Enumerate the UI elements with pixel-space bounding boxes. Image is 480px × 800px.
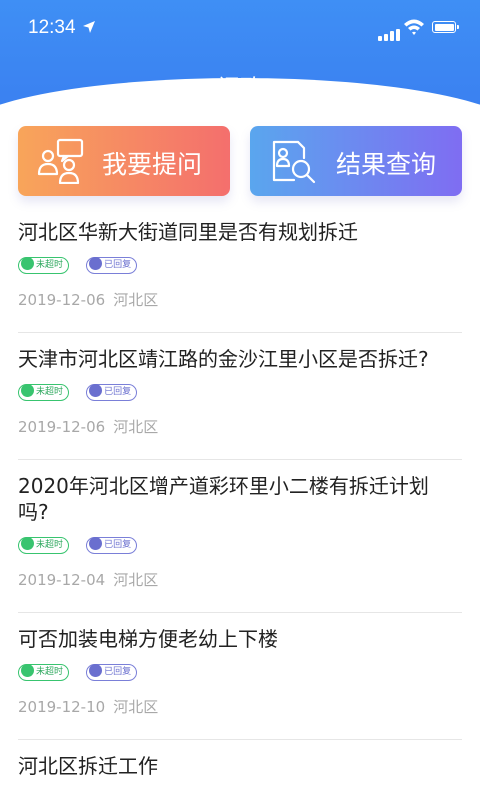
question-title: 天津市河北区靖江路的金沙江里小区是否拆迁? (18, 347, 429, 371)
clock-icon (21, 384, 34, 397)
list-item[interactable]: 河北区华新大街道同里是否有规划拆迁 未超时 已回复 2019-12-06 河北区 (18, 206, 462, 333)
status-tags: 未超时 已回复 (18, 382, 462, 402)
item-date: 2019-12-10 (18, 698, 106, 716)
replied-label: 已回复 (104, 260, 132, 270)
item-date: 2019-12-06 (18, 291, 106, 309)
item-district: 河北区 (113, 698, 159, 716)
not-overdue-label: 未超时 (36, 667, 64, 677)
action-buttons: 我要提问 结果查询 (18, 126, 464, 196)
replied-badge: 已回复 (86, 257, 138, 274)
result-query-button[interactable]: 结果查询 (250, 126, 462, 196)
wifi-icon (404, 19, 424, 35)
not-overdue-label: 未超时 (36, 260, 64, 270)
replied-label: 已回复 (104, 387, 132, 397)
page-title: 问政 (217, 76, 262, 101)
list-item[interactable]: 2020年河北区增产道彩环里小二楼有拆迁计划吗? 未超时 已回复 2019-12… (18, 460, 462, 613)
not-overdue-label: 未超时 (36, 387, 64, 397)
not-overdue-badge: 未超时 (18, 537, 70, 554)
people-chat-icon (37, 138, 84, 184)
clock-icon (21, 537, 34, 550)
item-meta: 2019-12-06 河北区 (18, 416, 462, 459)
replied-badge: 已回复 (86, 537, 138, 554)
result-query-label: 结果查询 (336, 150, 437, 179)
status-tags: 未超时 已回复 (18, 662, 462, 682)
location-arrow-icon (83, 21, 95, 33)
not-overdue-label: 未超时 (36, 540, 64, 550)
question-title: 河北区拆迁工作 (18, 754, 158, 778)
question-title: 河北区华新大街道同里是否有规划拆迁 (18, 220, 358, 244)
question-title: 可否加装电梯方便老幼上下楼 (18, 627, 278, 651)
feather-icon (89, 664, 103, 677)
status-tags: 未超时 已回复 (18, 535, 462, 555)
status-tags: 未超时 已回复 (18, 255, 462, 275)
question-title: 2020年河北区增产道彩环里小二楼有拆迁计划吗? (18, 474, 429, 524)
ask-question-label: 我要提问 (102, 150, 203, 179)
document-search-icon (272, 140, 316, 184)
item-date: 2019-12-06 (18, 418, 106, 436)
feather-icon (89, 257, 103, 270)
list-item[interactable]: 可否加装电梯方便老幼上下楼 未超时 已回复 2019-12-10 河北区 (18, 613, 462, 740)
item-meta: 2019-12-04 河北区 (18, 569, 462, 612)
replied-badge: 已回复 (86, 384, 138, 401)
clock-icon (21, 664, 34, 677)
replied-label: 已回复 (104, 540, 132, 550)
list-item[interactable]: 河北区拆迁工作 (18, 740, 462, 779)
item-meta: 2019-12-06 河北区 (18, 289, 462, 332)
item-meta: 2019-12-10 河北区 (18, 696, 462, 739)
status-time: 12:34 (28, 17, 76, 38)
battery-icon (432, 21, 459, 33)
question-list: 河北区华新大街道同里是否有规划拆迁 未超时 已回复 2019-12-06 河北区 … (0, 206, 480, 779)
clock-icon (21, 257, 34, 270)
item-date: 2019-12-04 (18, 571, 106, 589)
replied-label: 已回复 (104, 667, 132, 677)
item-district: 河北区 (113, 418, 159, 436)
not-overdue-badge: 未超时 (18, 257, 70, 274)
item-district: 河北区 (113, 291, 159, 309)
feather-icon (89, 537, 103, 550)
header: 12:34 问政 (0, 0, 480, 118)
signal-icon (378, 22, 402, 41)
list-item[interactable]: 天津市河北区靖江路的金沙江里小区是否拆迁? 未超时 已回复 2019-12-06… (18, 333, 462, 460)
not-overdue-badge: 未超时 (18, 664, 70, 681)
ask-question-button[interactable]: 我要提问 (18, 126, 230, 196)
not-overdue-badge: 未超时 (18, 384, 70, 401)
status-bar: 12:34 (0, 0, 480, 54)
item-district: 河北区 (113, 571, 159, 589)
replied-badge: 已回复 (86, 664, 138, 681)
feather-icon (89, 384, 103, 397)
